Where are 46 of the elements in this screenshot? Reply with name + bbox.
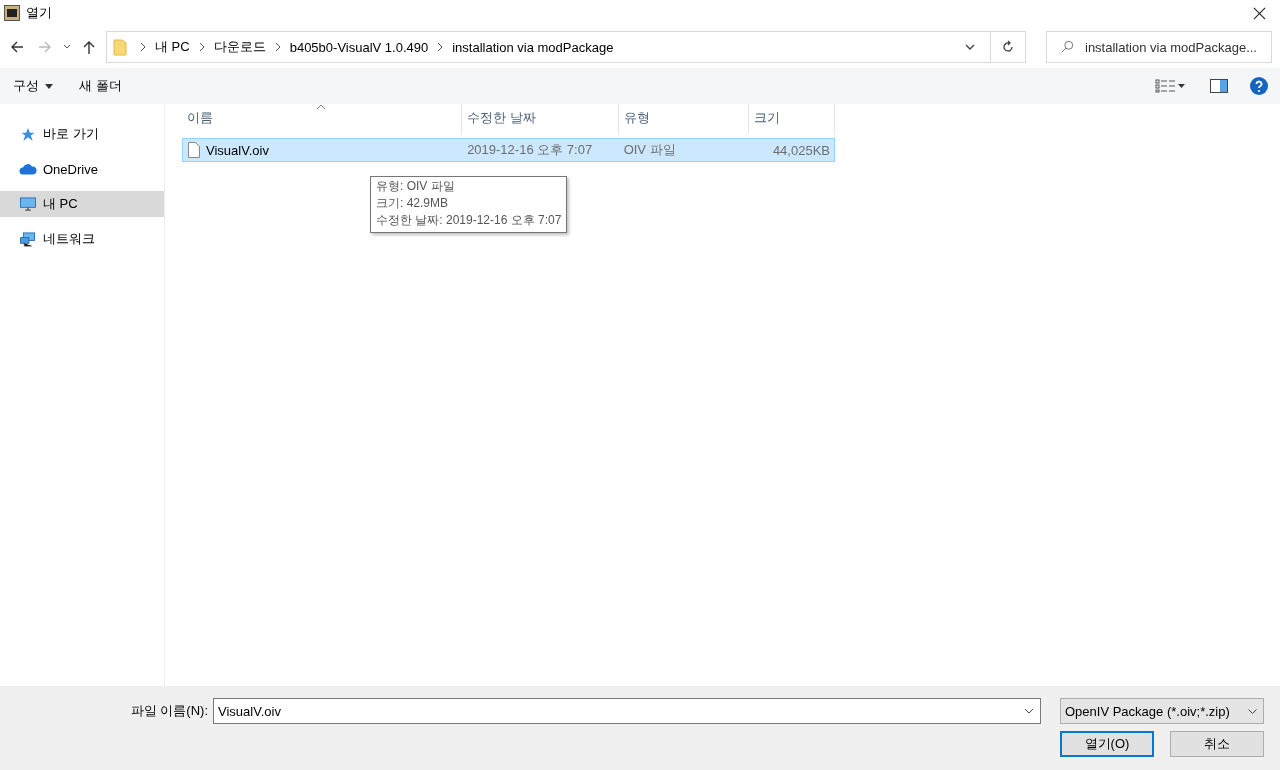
address-bar[interactable]: 내 PC 다운로드 b405b0-VisualV 1.0.490 installation via modPackage [106,31,1026,63]
sort-caret-icon [316,104,326,110]
search-icon [1060,40,1074,54]
column-header[interactable]: 크기 [749,104,835,134]
cancel-button[interactable]: 취소 [1170,731,1264,757]
search-field[interactable]: installation via modPackage... [1046,31,1272,63]
monitor-icon [19,196,37,212]
organize-button[interactable]: 구성 [4,73,62,99]
chevron-right-icon [437,42,444,52]
file-row[interactable]: VisualV.oiv 2019-12-16 오후 7:07 OIV 파일 44,025KB [182,138,835,162]
breadcrumb[interactable]: 내 PC [155,38,190,56]
help-icon[interactable] [1250,77,1268,95]
window-title: 열기 [26,4,52,22]
breadcrumb[interactable]: 다운로드 [213,38,266,56]
column-header[interactable]: 이름 [182,104,462,134]
file-size: 44,025KB [772,142,830,158]
breadcrumb[interactable]: installation via modPackage [452,39,614,55]
file-date: 2019-12-16 오후 7:07 [467,141,593,159]
column-header[interactable]: 유형 [619,104,749,134]
chevron-right-icon [274,42,281,52]
open-button[interactable]: 열기(O) [1060,731,1154,757]
tooltip: 유형: OIV 파일 크기: 42.9MB 수정한 날짜: 2019-12-16 오후 7:07 [370,176,568,233]
file-icon [188,142,200,158]
sidebar-item[interactable]: 바로 가기 [0,121,164,147]
cloud-icon [19,161,37,177]
new-folder-button[interactable]: 새 폴더 [70,73,131,99]
chevron-right-icon [198,42,205,52]
sidebar-item[interactable]: OneDrive [0,156,164,182]
filename-label: 파일 이름(N): [130,702,208,720]
sidebar-item[interactable]: 내 PC [0,191,164,217]
network-icon [19,231,37,247]
file-type-dropdown[interactable]: OpenIV Package (*.oiv;*.zip) [1060,698,1264,724]
breadcrumb[interactable]: b405b0-VisualV 1.0.490 [289,39,429,55]
file-type: OIV 파일 [623,141,676,159]
folder-icon [113,38,127,56]
sidebar-item[interactable]: 네트워크 [0,226,164,252]
close-icon[interactable] [1253,6,1266,20]
app-icon [4,5,20,21]
caret-icon [45,83,53,89]
chevron-down-icon [1248,708,1257,714]
column-header[interactable]: 수정한 날짜 [462,104,619,134]
preview-pane-icon[interactable] [1210,79,1228,93]
chevron-right-icon [140,42,146,52]
view-options-icon[interactable] [1154,79,1186,93]
filename-field[interactable]: VisualV.oiv [213,698,1041,724]
file-name: VisualV.oiv [206,142,269,158]
